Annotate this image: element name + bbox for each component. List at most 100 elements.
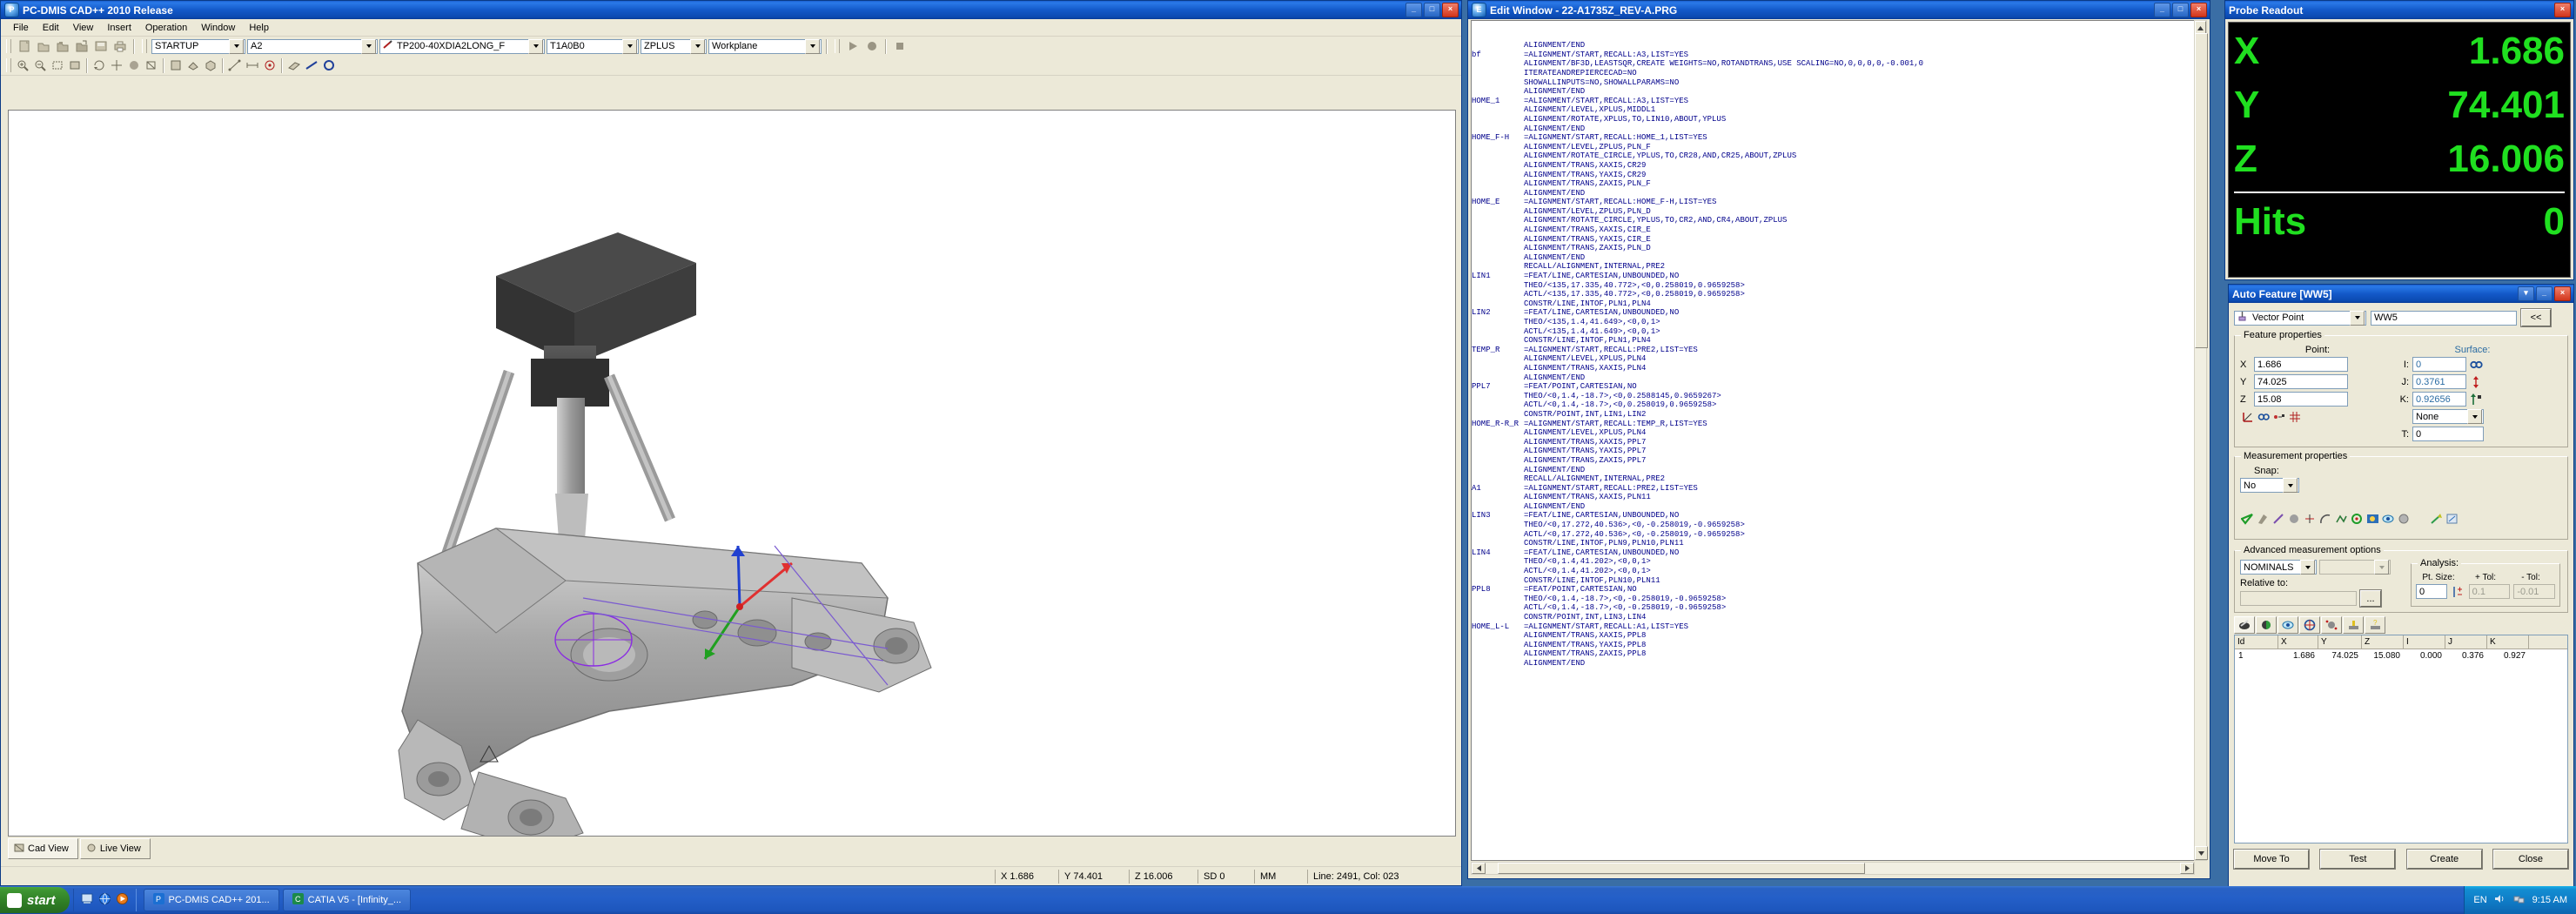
code-line[interactable]: ACTL/<135,17.335,40.772>,<0,0.258019,0.9… [1472, 290, 2194, 299]
menu-operation[interactable]: Operation [138, 23, 194, 33]
vertical-scroll-thumb[interactable] [2195, 33, 2208, 348]
code-line[interactable]: CONSTR/LINE,INTOF,PLN10,PLN11 [1472, 576, 2194, 586]
exec-toolbar-grip[interactable] [835, 39, 840, 53]
find-surface-icon[interactable] [2469, 358, 2484, 372]
code-line[interactable]: ALIGNMENT/LEVEL,XPLUS,PLN4 [1472, 354, 2194, 364]
menu-window[interactable]: Window [194, 23, 242, 33]
code-line[interactable]: HOME_1 =ALIGNMENT/START,RECALL:A3,LIST=YE… [1472, 97, 2194, 106]
open-cad-icon[interactable] [54, 38, 71, 55]
code-line[interactable]: ALIGNMENT/TRANS,XAXIS,CIR_E [1472, 225, 2194, 235]
code-line[interactable]: CONSTR/LINE,INTOF,PLN1,PLN4 [1472, 299, 2194, 309]
code-line[interactable]: ALIGNMENT/TRANS,XAXIS,PLN4 [1472, 364, 2194, 373]
code-line[interactable]: THEO/<0,1.4,-18.7>,<0,-0.258019,-0.96592… [1472, 595, 2194, 604]
horizontal-scroll-thumb[interactable] [1498, 863, 1865, 874]
menu-edit[interactable]: Edit [36, 23, 66, 33]
auto-feature-icon[interactable] [261, 57, 278, 74]
code-line[interactable]: ALIGNMENT/END [1472, 502, 2194, 512]
dimension-icon[interactable] [244, 57, 261, 74]
tab-visibility[interactable] [2277, 616, 2298, 634]
col-id[interactable]: Id [2235, 635, 2278, 649]
code-line[interactable]: ALIGNMENT/LEVEL,ZPLUS,PLN_D [1472, 207, 2194, 217]
col-j[interactable]: J [2445, 635, 2487, 649]
wireframe-icon[interactable] [143, 57, 160, 74]
col-i[interactable]: I [2404, 635, 2445, 649]
cad-close-button[interactable]: × [1442, 3, 1459, 17]
stop-icon[interactable] [891, 38, 909, 55]
code-line[interactable]: THEO/<135,1.4,41.649>,<0,0,1> [1472, 318, 2194, 327]
code-line[interactable]: ALIGNMENT/END [1472, 124, 2194, 134]
tray-volume-icon[interactable] [2494, 893, 2506, 907]
run-program-icon[interactable] [844, 38, 862, 55]
auto-feature-minimize-button[interactable]: _ [2536, 286, 2553, 301]
measure-icon[interactable] [226, 57, 244, 74]
code-line[interactable]: SHOWALLINPUTS=NO,SHOWALLPARAMS=NO [1472, 78, 2194, 88]
zoom-out-icon[interactable] [31, 57, 49, 74]
code-line[interactable]: ALIGNMENT/END [1472, 466, 2194, 475]
save-icon[interactable] [92, 38, 110, 55]
code-line[interactable]: ALIGNMENT/END [1472, 87, 2194, 97]
col-z[interactable]: Z [2362, 635, 2404, 649]
new-file-icon[interactable] [16, 38, 33, 55]
code-line[interactable]: ALIGNMENT/ROTATE,XPLUS,TO,LIN10,ABOUT,YP… [1472, 115, 2194, 124]
scroll-left-icon[interactable] [1472, 863, 1486, 874]
menu-file[interactable]: File [6, 23, 36, 33]
chevron-down-icon[interactable] [2374, 560, 2389, 575]
toolbar-grip[interactable] [6, 39, 11, 53]
gray-sphere-icon[interactable] [2397, 512, 2412, 526]
browser-icon[interactable] [98, 892, 111, 908]
chevron-down-icon[interactable] [805, 38, 820, 54]
code-line[interactable]: PPL8 =FEAT/POINT,CARTESIAN,NO [1472, 585, 2194, 595]
code-line[interactable]: ALIGNMENT/LEVEL,XPLUS,MIDDL1 [1472, 105, 2194, 115]
vector-tool-icon[interactable] [2240, 410, 2255, 424]
tab-clamp[interactable] [2343, 616, 2364, 634]
chevron-down-icon[interactable] [2467, 409, 2482, 424]
chevron-down-icon[interactable] [2300, 560, 2315, 575]
language-indicator[interactable]: EN [2473, 895, 2486, 905]
code-line[interactable]: RECALL/ALIGNMENT,INTERNAL,PRE2 [1472, 474, 2194, 484]
minus-tol-input[interactable]: -0.01 [2513, 584, 2555, 599]
menu-help[interactable]: Help [242, 23, 276, 33]
secondary-mode-combo[interactable] [2319, 560, 2391, 575]
cad-window-titlebar[interactable]: P PC-DMIS CAD++ 2010 Release _ □ × [1, 1, 1461, 19]
code-line[interactable]: ACTL/<0,17.272,40.536>,<0,-0.258019,-0.9… [1472, 530, 2194, 540]
col-x[interactable]: X [2278, 635, 2318, 649]
record-icon[interactable] [863, 38, 881, 55]
tray-clock[interactable]: 9:15 AM [2532, 895, 2567, 905]
close-button[interactable]: Close [2492, 849, 2569, 870]
iso-view-icon[interactable] [202, 57, 219, 74]
code-line[interactable]: CONSTR/POINT,INT,LIN3,LIN4 [1472, 613, 2194, 622]
code-line[interactable]: ALIGNMENT/ROTATE_CIRCLE,YPLUS,TO,CR28,AN… [1472, 151, 2194, 161]
code-line[interactable]: CONSTR/LINE,INTOF,PLN9,PLN10,PLN11 [1472, 539, 2194, 548]
combo-toolbar-grip[interactable] [142, 39, 147, 53]
code-line[interactable]: THEO/<0,1.4,-18.7>,<0,0.2588145,0.965926… [1472, 392, 2194, 401]
measure-point-icon[interactable] [2271, 410, 2286, 424]
code-line[interactable]: ACTL/<0,1.4,41.202>,<0,0,1> [1472, 567, 2194, 576]
auto-feature-titlebar[interactable]: Auto Feature [WW5] ▾ _ × [2229, 285, 2573, 303]
tab-nominals[interactable] [2256, 616, 2277, 634]
auto-feature-close-button[interactable]: × [2554, 286, 2571, 301]
target-icon[interactable] [2350, 512, 2365, 526]
chevron-down-icon[interactable] [229, 38, 244, 54]
construct-line-icon[interactable] [303, 57, 320, 74]
cad-viewport[interactable] [8, 110, 1456, 837]
code-line[interactable]: HOME_R-R_R =ALIGNMENT/START,RECALL:TEMP_R… [1472, 420, 2194, 429]
code-line[interactable]: PPL7 =FEAT/POINT,CARTESIAN,NO [1472, 382, 2194, 392]
code-line[interactable]: bf =ALIGNMENT/START,RECALL:A3,LIST=YES [1472, 50, 2194, 60]
move-to-button[interactable]: Move To [2233, 849, 2310, 870]
point-x-input[interactable]: 1.686 [2254, 357, 2348, 372]
cad-maximize-button[interactable]: □ [1424, 3, 1440, 17]
code-line[interactable]: THEO/<0,1.4,41.202>,<0,0,1> [1472, 557, 2194, 567]
construct-plane-icon[interactable] [285, 57, 303, 74]
code-line[interactable]: ALIGNMENT/LEVEL,ZPLUS,PLN_F [1472, 143, 2194, 152]
scroll-down-icon[interactable] [2195, 846, 2208, 860]
chevron-down-icon[interactable] [2350, 310, 2365, 326]
code-line[interactable]: CONSTR/LINE,INTOF,PLN1,PLN4 [1472, 336, 2194, 346]
vector-j-input[interactable]: 0.3761 [2412, 374, 2466, 389]
menu-insert[interactable]: Insert [100, 23, 138, 33]
code-line[interactable]: LIN1 =FEAT/LINE,CARTESIAN,UNBOUNDED,NO [1472, 272, 2194, 281]
col-y[interactable]: Y [2318, 635, 2362, 649]
probe-readout-close-button[interactable]: × [2554, 3, 2571, 17]
chevron-down-icon[interactable] [361, 38, 376, 54]
coordinate-system-combo[interactable]: Workplane [708, 38, 822, 54]
tab-samples[interactable] [2321, 616, 2342, 634]
